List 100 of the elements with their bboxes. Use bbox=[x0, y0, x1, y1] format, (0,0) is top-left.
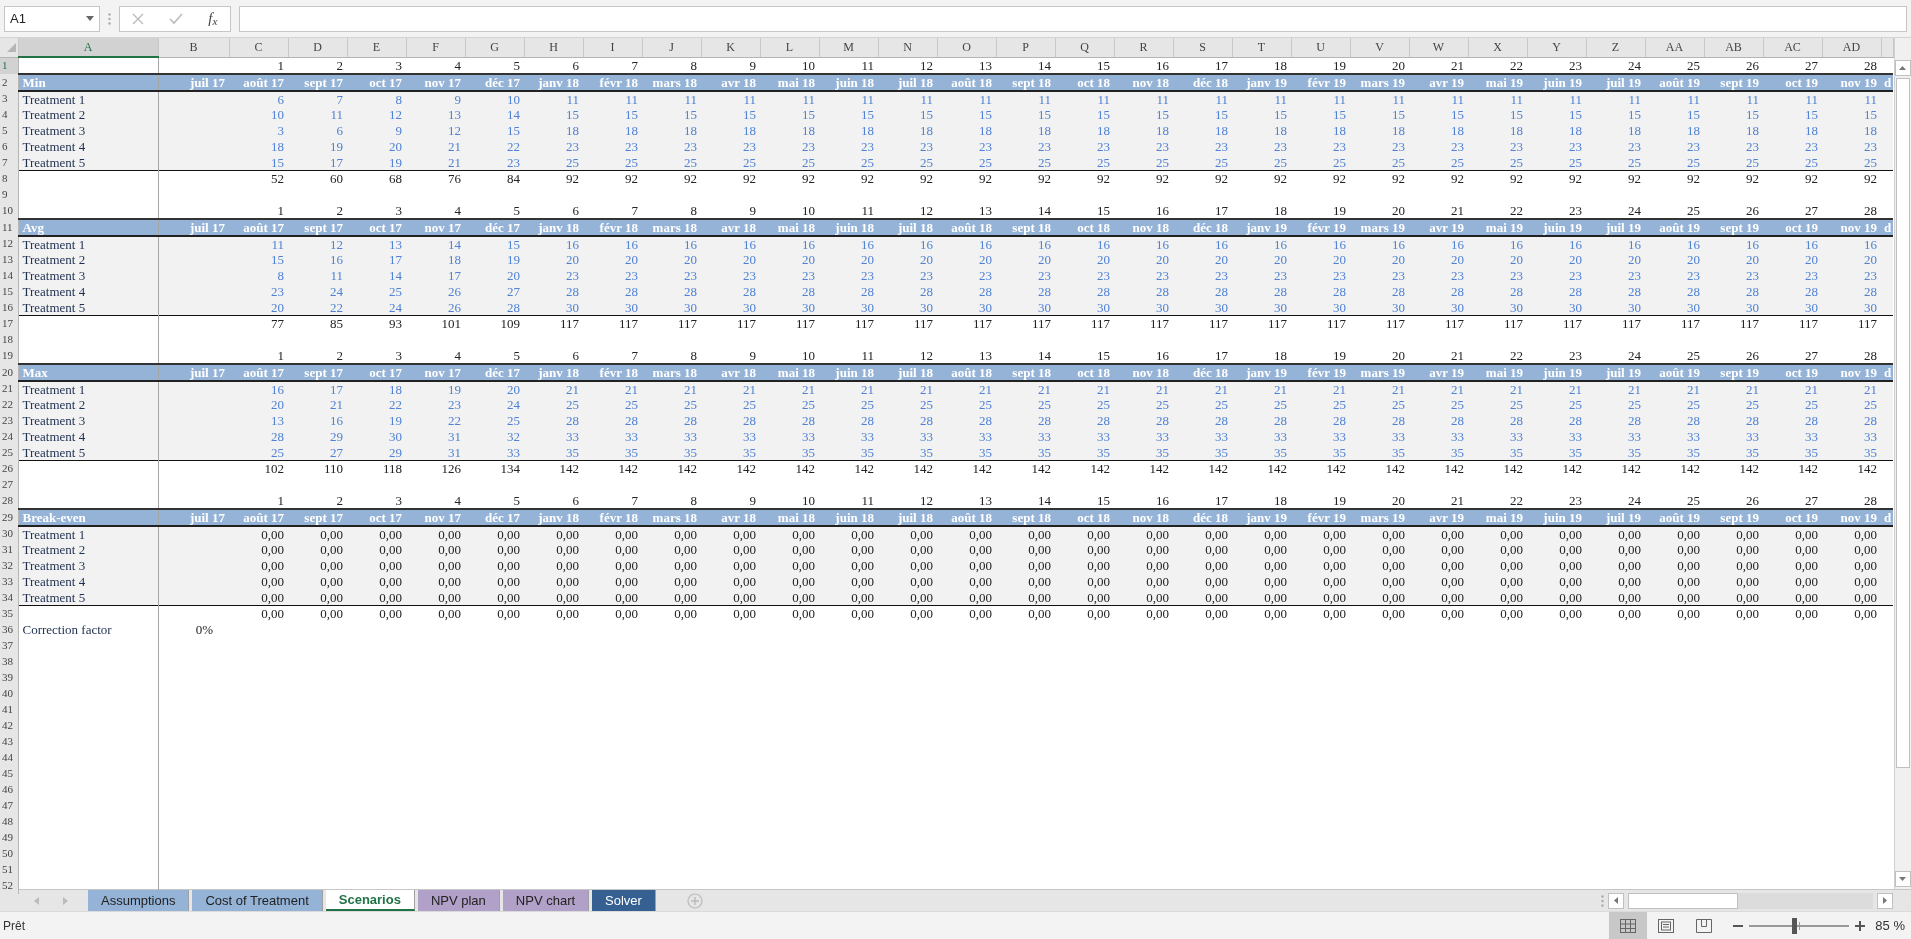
scroll-up-button[interactable] bbox=[1894, 60, 1911, 76]
column-header[interactable]: D bbox=[288, 38, 347, 57]
column-header[interactable]: O bbox=[937, 38, 996, 57]
table-cell: 92 bbox=[1645, 170, 1704, 187]
column-header[interactable]: L bbox=[760, 38, 819, 57]
table-cell: 93 bbox=[347, 315, 406, 332]
column-header[interactable]: M bbox=[819, 38, 878, 57]
status-text: Prêt bbox=[3, 917, 25, 935]
grip-icon[interactable] bbox=[108, 12, 111, 25]
column-header[interactable]: I bbox=[583, 38, 642, 57]
table-cell: déc 18 bbox=[1173, 363, 1232, 381]
table-cell: déc 17 bbox=[465, 363, 524, 381]
column-header[interactable]: S bbox=[1173, 38, 1232, 57]
column-header[interactable]: T bbox=[1232, 38, 1291, 57]
table-cell: 142 bbox=[1527, 460, 1586, 477]
column-header[interactable]: Q bbox=[1055, 38, 1114, 57]
scroll-down-button[interactable] bbox=[1894, 871, 1911, 887]
table-cell: 25 bbox=[1645, 57, 1704, 74]
down-arrow-icon bbox=[1899, 877, 1907, 881]
table-cell: oct 17 bbox=[347, 508, 406, 526]
table-cell: juil 17 bbox=[158, 363, 229, 381]
table-cell: avr 18 bbox=[701, 363, 760, 381]
column-header[interactable]: X bbox=[1468, 38, 1527, 57]
table-cell: 92 bbox=[701, 170, 760, 187]
column-header[interactable]: N bbox=[878, 38, 937, 57]
column-header[interactable]: C bbox=[229, 38, 288, 57]
table-cell: 23 bbox=[1527, 492, 1586, 509]
name-box[interactable]: A1 bbox=[4, 5, 100, 32]
table-cell: mai 19 bbox=[1468, 508, 1527, 526]
column-header[interactable]: G bbox=[465, 38, 524, 57]
table-cell: 102 bbox=[229, 460, 288, 477]
table-cell: 142 bbox=[1114, 460, 1173, 477]
table-cell: 6 bbox=[524, 202, 583, 219]
sheet-tab[interactable]: Solver bbox=[592, 890, 656, 911]
table-cell: 142 bbox=[996, 460, 1055, 477]
table-cell: 0% bbox=[158, 621, 229, 638]
table-cell: 92 bbox=[1055, 170, 1114, 187]
scroll-left-button[interactable] bbox=[1608, 892, 1624, 909]
table-cell: oct 19 bbox=[1763, 73, 1822, 91]
table-cell: 68 bbox=[347, 170, 406, 187]
column-header[interactable]: K bbox=[701, 38, 760, 57]
column-header[interactable]: F bbox=[406, 38, 465, 57]
column-header[interactable]: J bbox=[642, 38, 701, 57]
column-header[interactable]: V bbox=[1350, 38, 1409, 57]
column-header[interactable]: E bbox=[347, 38, 406, 57]
sheet-tab[interactable]: Scenarios bbox=[325, 890, 415, 911]
table-cell: 117 bbox=[1409, 315, 1468, 332]
table-cell: 20 bbox=[1350, 347, 1409, 364]
column-header[interactable]: R bbox=[1114, 38, 1173, 57]
table-cell: 142 bbox=[642, 460, 701, 477]
table-cell: 0,00 bbox=[1055, 605, 1114, 622]
table-cell: 0,00 bbox=[406, 605, 465, 622]
table-cell: 142 bbox=[1291, 460, 1350, 477]
zoom-slider-track[interactable] bbox=[1749, 917, 1850, 934]
table-cell: 92 bbox=[642, 170, 701, 187]
scroll-right-button[interactable] bbox=[1877, 892, 1893, 909]
table-cell: 117 bbox=[583, 315, 642, 332]
column-header[interactable]: B bbox=[158, 38, 229, 57]
table-cell: 8 bbox=[642, 202, 701, 219]
table-cell: 8 bbox=[642, 492, 701, 509]
table-cell: 142 bbox=[1409, 460, 1468, 477]
table-cell: 3 bbox=[347, 492, 406, 509]
column-header[interactable]: W bbox=[1409, 38, 1468, 57]
table-cell: 18 bbox=[1232, 57, 1291, 74]
table-cell: 25 bbox=[1645, 347, 1704, 364]
table-cell: 21 bbox=[1409, 347, 1468, 364]
column-header[interactable]: U bbox=[1291, 38, 1350, 57]
table-cell: 17 bbox=[1173, 202, 1232, 219]
column-header[interactable]: Z bbox=[1586, 38, 1645, 57]
insert-function-button[interactable]: f$_{x}$ bbox=[208, 11, 218, 26]
column-header[interactable]: H bbox=[524, 38, 583, 57]
column-header[interactable]: Y bbox=[1527, 38, 1586, 57]
table-cell: nov 17 bbox=[406, 363, 465, 381]
table-cell: 26 bbox=[1704, 492, 1763, 509]
table-cell: sept 18 bbox=[996, 73, 1055, 91]
sheet-tab[interactable]: NPV plan bbox=[417, 890, 500, 911]
table-cell: 0,00 bbox=[465, 605, 524, 622]
zoom-level-text[interactable]: 85 % bbox=[1875, 915, 1905, 936]
dropdown-caret-icon[interactable] bbox=[86, 16, 94, 21]
formula-input-field[interactable] bbox=[239, 5, 1907, 32]
view-button[interactable] bbox=[1609, 912, 1648, 939]
column-header[interactable]: AD bbox=[1822, 38, 1881, 57]
table-cell: 0,00 bbox=[878, 605, 937, 622]
zoom-out-icon[interactable] bbox=[1733, 924, 1744, 927]
zoom-in-icon[interactable] bbox=[1855, 920, 1866, 931]
sheet-tab[interactable]: NPV chart bbox=[502, 890, 590, 911]
column-header[interactable]: A bbox=[18, 38, 158, 57]
scrollbar-thumb[interactable] bbox=[1628, 892, 1738, 909]
zoom-slider-thumb[interactable] bbox=[1792, 917, 1798, 934]
sheet-tab[interactable]: Assumptions bbox=[88, 890, 190, 911]
column-header[interactable]: AB bbox=[1704, 38, 1763, 57]
table-cell: juin 18 bbox=[819, 363, 878, 381]
sheet-tab[interactable]: Cost of Treatment bbox=[192, 890, 323, 911]
column-header[interactable]: AA bbox=[1645, 38, 1704, 57]
column-header[interactable]: P bbox=[996, 38, 1055, 57]
scrollbar-thumb[interactable] bbox=[1895, 78, 1910, 768]
table-cell: 118 bbox=[347, 460, 406, 477]
table-cell: juil 17 bbox=[158, 508, 229, 526]
column-header[interactable]: AC bbox=[1763, 38, 1822, 57]
table-cell: févr 18 bbox=[583, 73, 642, 91]
